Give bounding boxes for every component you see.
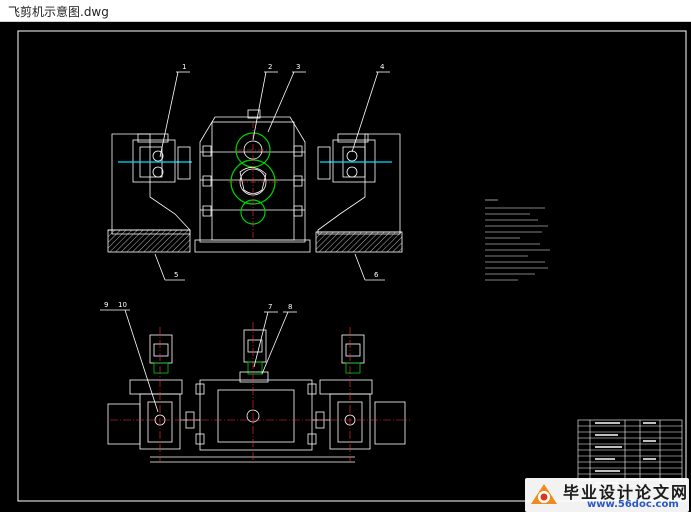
part-label-2: 2 [268, 63, 272, 71]
front-view [107, 71, 403, 281]
part-label-1: 1 [182, 63, 186, 71]
right-side-block [374, 401, 406, 445]
part-label-3: 3 [296, 63, 300, 71]
title-bar: 飞剪机示意图.dwg [0, 0, 691, 22]
plan-view-labels: 7 8 9 10 [104, 301, 292, 311]
left-side-block [107, 403, 141, 445]
watermark: 毕业设计论文网 www.56doc.com [525, 478, 689, 512]
drawing-canvas[interactable]: 1 2 3 4 5 6 7 8 9 10 毕业设计论文网 www.56doc.c… [0, 22, 691, 512]
motor-right [341, 334, 365, 364]
watermark-url: www.56doc.com [587, 499, 679, 510]
part-label-5: 5 [174, 271, 178, 279]
window-title: 飞剪机示意图.dwg [8, 5, 109, 19]
left-gearbox [132, 139, 176, 183]
motor-center [243, 329, 267, 363]
part-label-6: 6 [374, 271, 379, 279]
part-label-8: 8 [288, 303, 292, 311]
drawing-frame [17, 30, 687, 502]
part-label-7: 7 [268, 303, 272, 311]
center-housing [199, 116, 306, 243]
watermark-logo-icon [531, 484, 557, 504]
cad-drawing: 1 2 3 4 5 6 7 8 9 10 [17, 30, 687, 502]
motor-left [149, 334, 173, 364]
technical-notes [485, 199, 550, 281]
part-label-9: 9 [104, 301, 108, 309]
left-foundation [107, 229, 191, 253]
right-foundation [315, 231, 403, 253]
part-label-10: 10 [118, 301, 127, 309]
plan-view [100, 309, 410, 463]
center-housing-plan [199, 379, 313, 451]
part-label-4: 4 [380, 63, 385, 71]
